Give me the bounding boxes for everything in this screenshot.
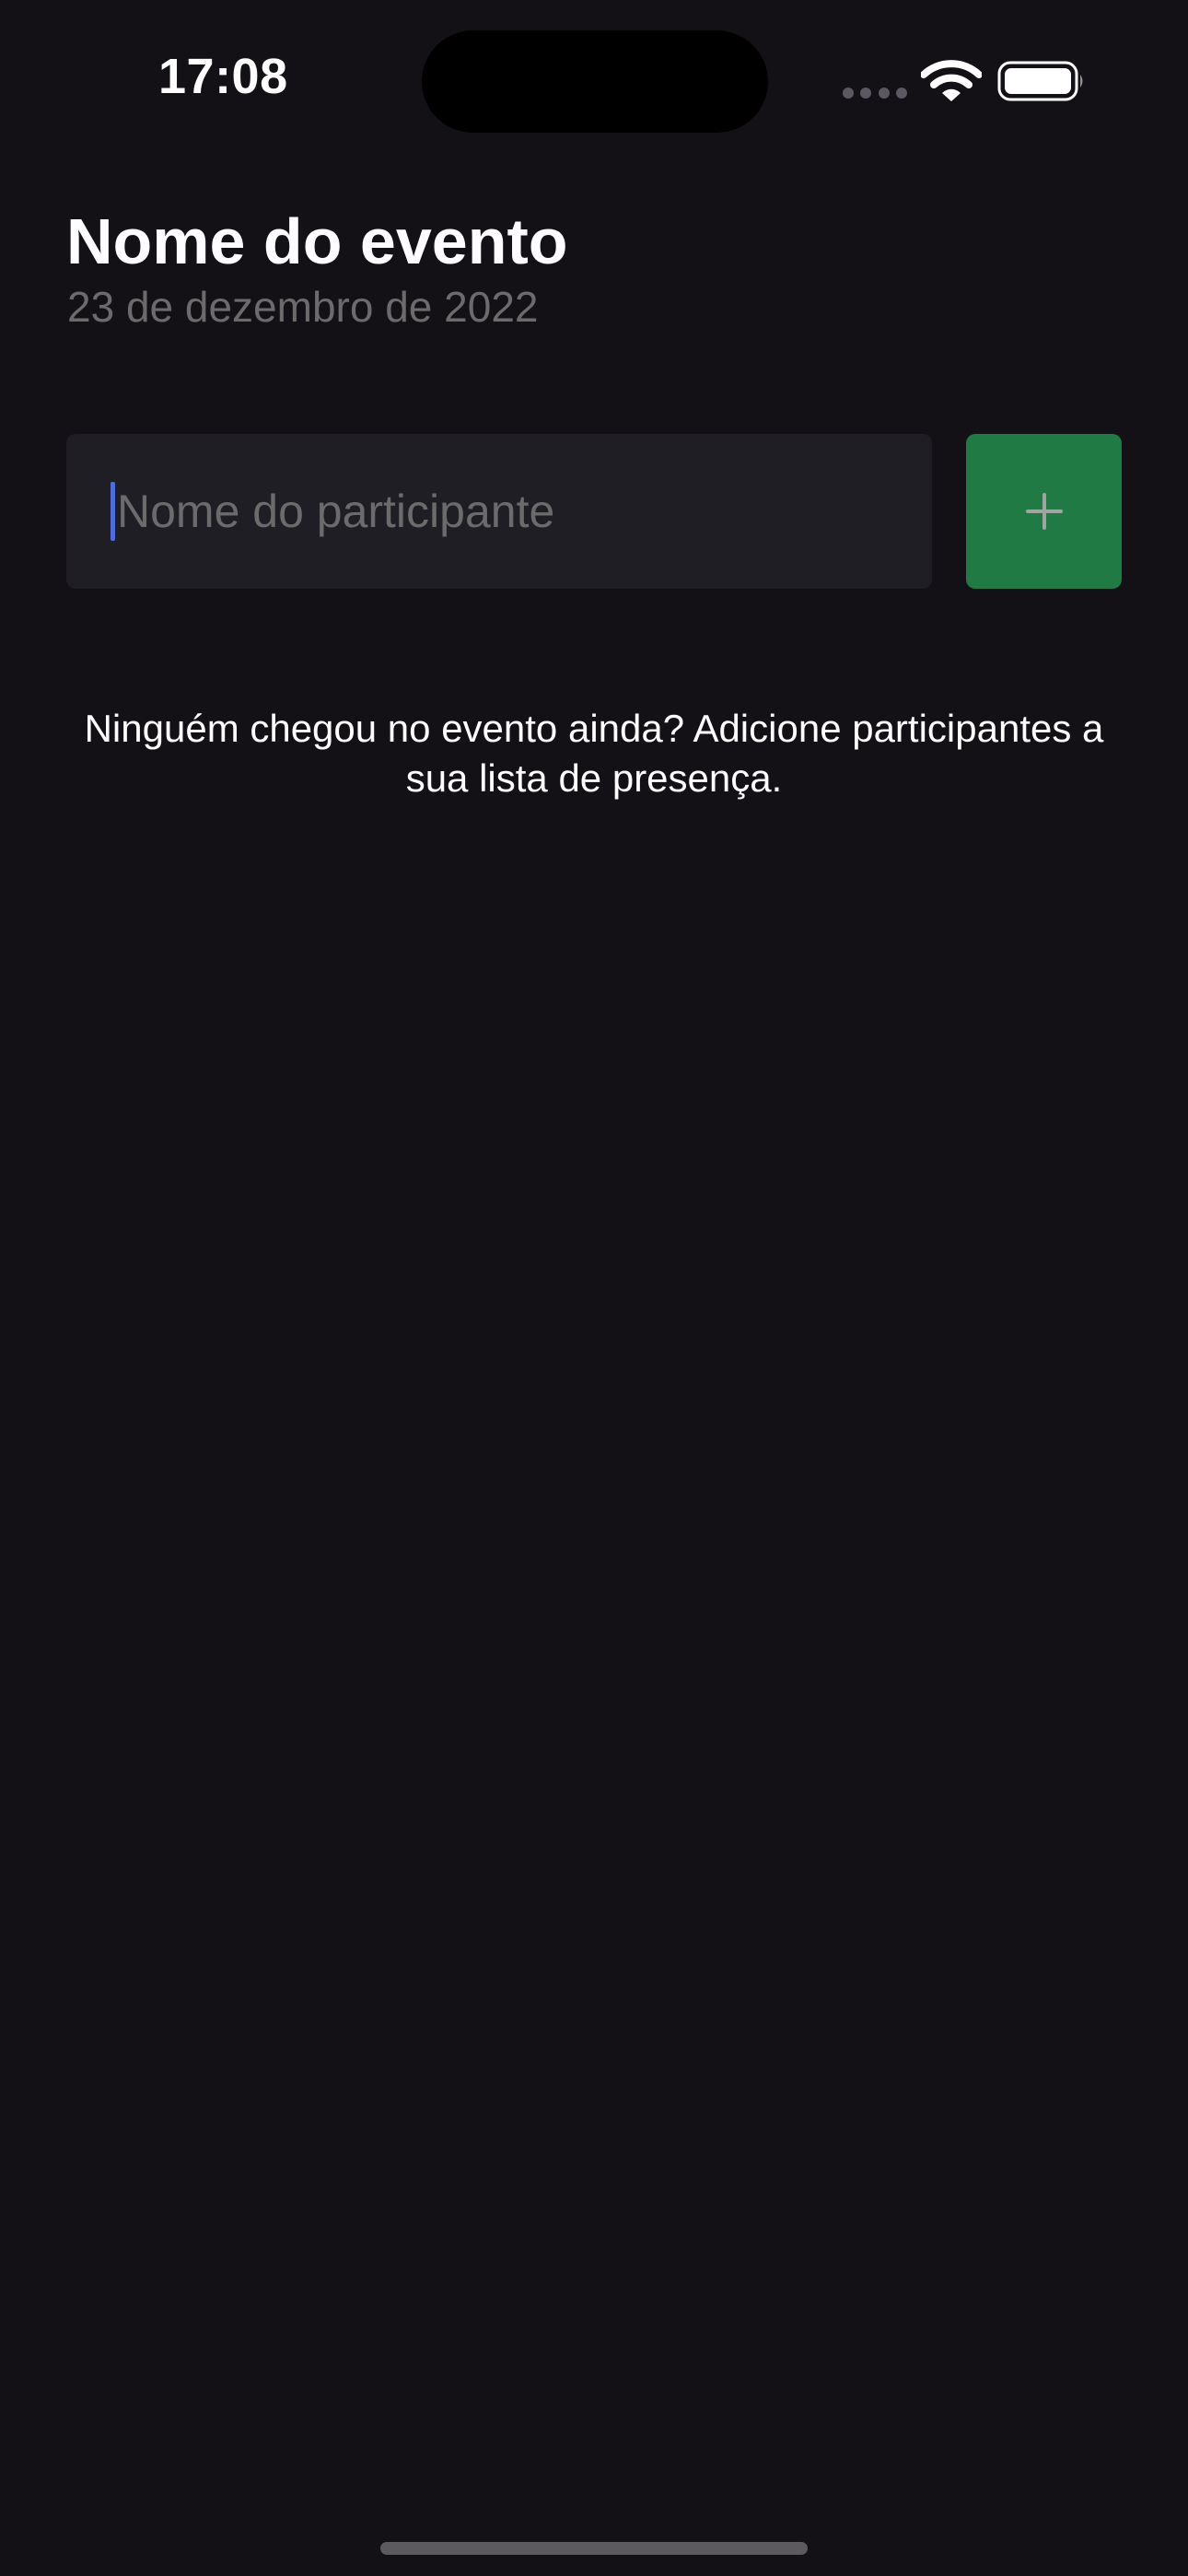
event-title: Nome do evento [66, 205, 568, 277]
status-time: 17:08 [158, 49, 288, 104]
add-participant-button[interactable] [966, 434, 1122, 589]
text-cursor [111, 482, 115, 541]
battery-icon [997, 61, 1083, 101]
participant-name-input[interactable]: Nome do participante [66, 434, 932, 589]
dynamic-island [422, 30, 768, 133]
participant-name-placeholder: Nome do participante [117, 486, 555, 537]
cellular-signal-icon [843, 88, 907, 99]
wifi-icon [921, 60, 982, 101]
plus-icon [1025, 493, 1063, 530]
home-indicator[interactable] [380, 2542, 808, 2555]
event-date: 23 de dezembro de 2022 [67, 283, 539, 331]
empty-list-message: Ninguém chegou no evento ainda? Adicione… [84, 707, 1104, 800]
